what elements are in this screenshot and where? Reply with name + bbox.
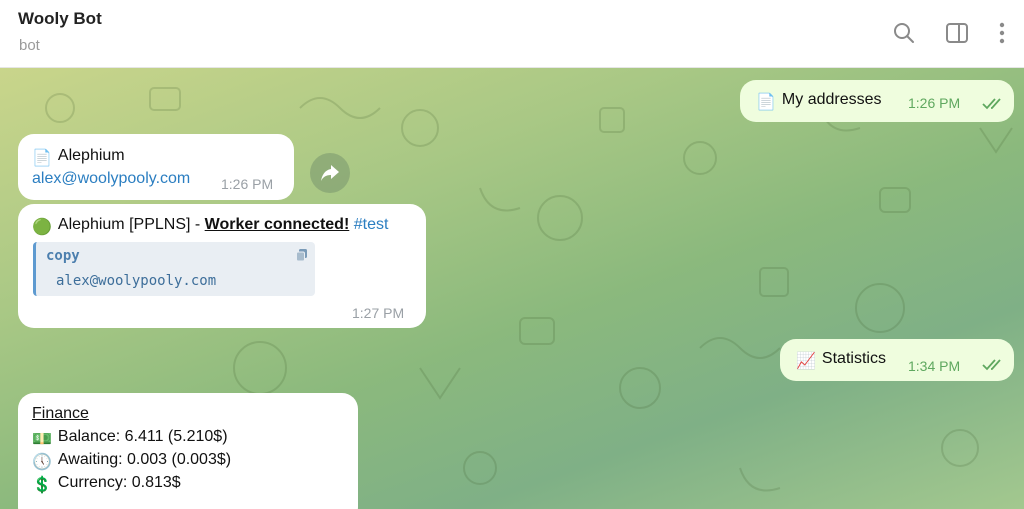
finance-balance: 💵 Balance: 6.411 (5.210$) xyxy=(32,428,228,449)
message-title: Alephium xyxy=(57,147,125,164)
chart-increasing-icon: 📈 xyxy=(796,353,816,370)
message-text: My addresses xyxy=(781,91,882,108)
balance-text: Balance: 6.411 (5.210$) xyxy=(57,428,228,445)
dollar-icon: 💲 xyxy=(32,477,52,494)
document-icon: 📄 xyxy=(756,94,776,111)
copy-icon[interactable] xyxy=(295,248,309,262)
code-content: alex@woolypooly.com xyxy=(56,273,217,289)
chat-subtitle: bot xyxy=(19,37,40,54)
finance-title: Finance xyxy=(32,405,89,422)
message-statistics[interactable]: 📈 Statistics 1:34 PM xyxy=(780,339,1014,381)
share-arrow-icon[interactable] xyxy=(310,153,350,193)
finance-currency: 💲 Currency: 0.813$ xyxy=(32,474,181,495)
message-my-addresses[interactable]: 📄 My addresses 1:26 PM xyxy=(740,80,1014,122)
finance-awaiting: 🕔 Awaiting: 0.003 (0.003$) xyxy=(32,451,231,472)
message-time: 1:26 PM xyxy=(908,95,961,111)
double-check-icon xyxy=(982,98,1001,110)
sidebar-toggle-icon[interactable] xyxy=(944,20,970,46)
code-block[interactable]: copy alex@woolypooly.com xyxy=(33,242,315,296)
more-vertical-icon[interactable] xyxy=(989,20,1015,46)
chat-header: Wooly Bot bot xyxy=(0,0,1024,68)
message-time: 1:27 PM xyxy=(352,305,405,321)
message-alephium[interactable]: 📄 Alephium alex@woolypooly.com 1:26 PM xyxy=(18,134,294,200)
message-worker-connected[interactable]: 🟢 Alephium [PPLNS] - Worker connected! #t… xyxy=(18,204,426,328)
email-link[interactable]: alex@woolypooly.com xyxy=(32,170,190,188)
clock-icon: 🕔 xyxy=(32,454,52,471)
document-icon: 📄 xyxy=(32,150,52,167)
search-icon[interactable] xyxy=(891,20,917,46)
hashtag-link[interactable]: #test xyxy=(354,216,389,233)
message-finance[interactable]: Finance 💵 Balance: 6.411 (5.210$) 🕔 Awaiti… xyxy=(18,393,358,509)
worker-connected-text: Worker connected! xyxy=(204,216,350,233)
message-text: Statistics xyxy=(821,350,886,367)
message-time: 1:26 PM xyxy=(221,176,274,192)
money-icon: 💵 xyxy=(32,431,52,448)
chat-area[interactable]: 📄 My addresses 1:26 PM 📄 Alephium alex@woo… xyxy=(0,68,1024,509)
code-language: copy xyxy=(46,248,80,264)
green-circle-icon: 🟢 xyxy=(32,219,52,236)
message-prefix: Alephium [PPLNS] - xyxy=(57,216,205,233)
chat-title[interactable]: Wooly Bot xyxy=(18,9,102,29)
currency-text: Currency: 0.813$ xyxy=(57,474,181,491)
double-check-icon xyxy=(982,359,1001,371)
message-time: 1:34 PM xyxy=(908,358,961,374)
awaiting-text: Awaiting: 0.003 (0.003$) xyxy=(57,451,232,468)
